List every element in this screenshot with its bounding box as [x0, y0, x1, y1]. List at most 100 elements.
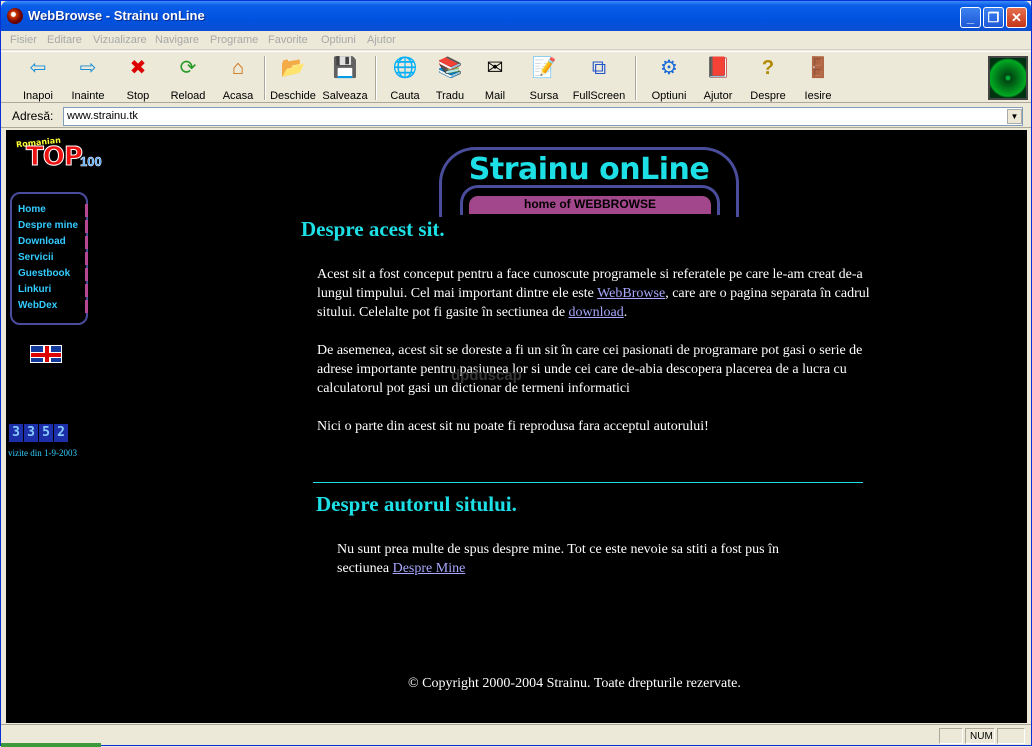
restore-icon: ❐ — [987, 9, 1000, 25]
section-divider — [313, 482, 863, 483]
search-label: Cauta — [390, 90, 420, 102]
reload-icon: ⟳ — [179, 57, 197, 79]
menu-programe[interactable]: Programe — [210, 34, 258, 46]
window-title: WebBrowse - Strainu onLine — [28, 8, 205, 23]
maximize-button[interactable]: ❐ — [983, 7, 1004, 28]
status-cell-empty — [939, 728, 963, 744]
browser-window: WebBrowse - Strainu onLine _ ❐ ✕ Fisier … — [0, 0, 1032, 747]
options-label: Optiuni — [651, 90, 687, 102]
status-bar: NUM — [1, 724, 1031, 744]
nav-divider — [85, 236, 88, 249]
banner-title: Strainu onLine — [468, 152, 710, 187]
mail-label: Mail — [484, 90, 506, 102]
menu-optiuni[interactable]: Optiuni — [321, 34, 356, 46]
forward-button[interactable]: ⇨ Inainte — [65, 56, 111, 102]
stop-label: Stop — [126, 90, 150, 102]
about-button[interactable]: ? Despre — [746, 56, 790, 102]
save-button[interactable]: 💾 Salveaza — [321, 56, 369, 102]
nav-download[interactable]: Download — [18, 236, 66, 247]
nav-guestbook[interactable]: Guestbook — [18, 268, 70, 279]
gear-icon: ⚙ — [660, 57, 678, 79]
menu-fisier[interactable]: Fisier — [10, 34, 37, 46]
copyright-footer: © Copyright 2000-2004 Strainu. Toate dre… — [408, 676, 741, 691]
source-button[interactable]: 📝 Sursa — [522, 56, 566, 102]
close-button[interactable]: ✕ — [1006, 7, 1027, 28]
banner-subtitle: home of WEBBROWSE — [469, 196, 711, 214]
globe-search-icon: 🌐 — [392, 57, 418, 79]
help-button[interactable]: 📕 Ajutor — [696, 56, 740, 102]
nav-divider — [85, 220, 88, 233]
nav-webdex[interactable]: WebDex — [18, 300, 57, 311]
download-link[interactable]: download — [569, 305, 624, 320]
forward-arrow-icon: ⇨ — [79, 57, 97, 79]
home-icon: ⌂ — [231, 57, 245, 79]
fullscreen-label: FullScreen — [572, 90, 626, 102]
visit-counter: 3 3 5 2 — [9, 424, 68, 442]
minimize-button[interactable]: _ — [960, 7, 981, 28]
paragraph-programming: De asemenea, acest sit se doreste a fi u… — [317, 343, 863, 396]
exit-label: Iesire — [804, 90, 832, 102]
open-button[interactable]: 📂 Deschide — [269, 56, 317, 102]
menu-navigare[interactable]: Navigare — [155, 34, 199, 46]
nav-divider — [85, 204, 88, 217]
stop-icon: ✖ — [129, 57, 147, 79]
about-label: Despre — [750, 90, 786, 102]
menu-editare[interactable]: Editare — [47, 34, 82, 46]
stop-button[interactable]: ✖ Stop — [115, 56, 161, 102]
question-mark-icon: ? — [761, 57, 775, 79]
nav-divider — [85, 300, 88, 313]
despre-mine-link[interactable]: Despre Mine — [393, 561, 466, 576]
save-label: Salveaza — [322, 90, 368, 102]
help-label: Ajutor — [703, 90, 733, 102]
translate-label: Tradu — [435, 90, 465, 102]
nav-divider — [85, 284, 88, 297]
home-label: Acasa — [222, 90, 254, 102]
watermark: dpduscap — [451, 367, 522, 384]
back-label: Inapoi — [23, 90, 53, 102]
menu-favorite[interactable]: Favorite — [268, 34, 308, 46]
top100-big-text: TOP — [26, 142, 84, 173]
open-folder-icon: 📂 — [280, 57, 306, 79]
help-book-icon: 📕 — [705, 57, 731, 79]
top100-logo[interactable]: Romanian TOP 100 — [10, 136, 110, 174]
exit-button[interactable]: 🚪 Iesire — [796, 56, 840, 102]
open-label: Deschide — [270, 90, 316, 102]
intro-text-3: . — [623, 305, 628, 320]
heading-about-author: Despre autorul sitului. — [316, 492, 517, 516]
counter-digit: 2 — [54, 424, 68, 442]
menu-ajutor[interactable]: Ajutor — [367, 34, 396, 46]
reload-button[interactable]: ⟳ Reload — [165, 56, 211, 102]
toolbar-separator — [264, 56, 266, 100]
nav-despre-mine[interactable]: Despre mine — [18, 220, 78, 231]
counter-digit: 3 — [24, 424, 38, 442]
chevron-down-icon: ▼ — [1010, 112, 1019, 121]
fullscreen-button[interactable]: ⧉ FullScreen — [571, 56, 627, 102]
close-icon: ✕ — [1011, 9, 1022, 25]
search-button[interactable]: 🌐 Cauta — [382, 56, 428, 102]
paragraph-author: Nu sunt prea multe de spus despre mine. … — [337, 540, 817, 578]
site-banner: Strainu onLine home of WEBBROWSE — [439, 147, 739, 217]
translate-button[interactable]: 📚 Tradu — [429, 56, 471, 102]
home-button[interactable]: ⌂ Acasa — [215, 56, 261, 102]
nav-home[interactable]: Home — [18, 204, 46, 215]
reload-label: Reload — [170, 90, 206, 102]
menu-bar: Fisier Editare Vizualizare Navigare Prog… — [1, 31, 1031, 50]
address-dropdown-button[interactable]: ▼ — [1007, 109, 1022, 124]
banner-sub-frame: home of WEBBROWSE — [460, 185, 720, 215]
counter-caption: vizite din 1-9-2003 — [8, 448, 77, 458]
nav-servicii[interactable]: Servicii — [18, 252, 54, 263]
address-label: Adresă: — [12, 109, 54, 123]
fullscreen-window-icon: ⧉ — [591, 57, 607, 79]
back-arrow-icon: ⇦ — [29, 57, 47, 79]
nav-linkuri[interactable]: Linkuri — [18, 284, 51, 295]
uk-flag-icon[interactable] — [30, 345, 62, 363]
title-bar[interactable]: WebBrowse - Strainu onLine _ ❐ ✕ — [1, 1, 1031, 31]
address-input[interactable]: www.strainu.tk — [63, 107, 1023, 126]
mail-button[interactable]: ✉ Mail — [473, 56, 517, 102]
books-icon: 📚 — [437, 57, 463, 79]
options-button[interactable]: ⚙ Optiuni — [645, 56, 693, 102]
back-button[interactable]: ⇦ Inapoi — [15, 56, 61, 102]
toolbar-separator — [375, 56, 377, 100]
menu-vizualizare[interactable]: Vizualizare — [93, 34, 147, 46]
webbrowse-link[interactable]: WebBrowse — [597, 286, 665, 301]
